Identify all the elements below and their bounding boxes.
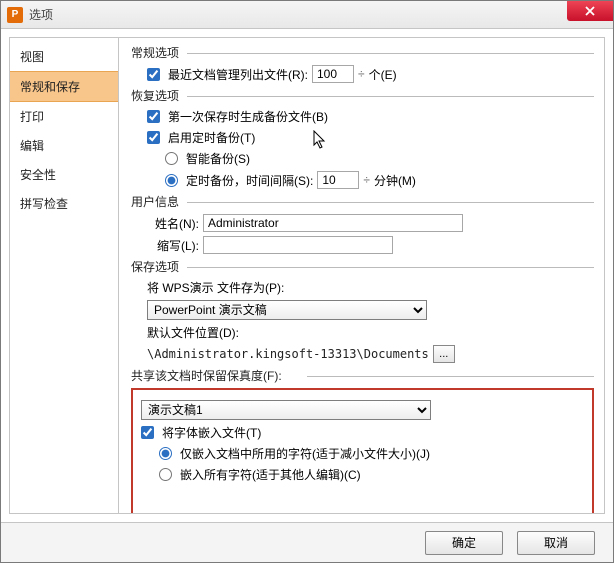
close-icon — [585, 6, 595, 16]
timed-backup-unit: 分钟(M) — [374, 172, 416, 189]
sidebar-item-general-save[interactable]: 常规和保存 — [10, 71, 118, 102]
enable-timed-backup-label: 启用定时备份(T) — [168, 129, 255, 146]
ok-button[interactable]: 确定 — [425, 531, 503, 555]
sidebar-item-spellcheck[interactable]: 拼写检查 — [10, 189, 118, 218]
user-initials-input[interactable] — [203, 236, 393, 254]
embed-used-radio[interactable] — [159, 447, 172, 460]
window-title: 选项 — [29, 6, 53, 23]
browse-button[interactable]: ... — [433, 345, 455, 363]
smart-backup-radio[interactable] — [165, 152, 178, 165]
dialog-footer: 确定 取消 — [1, 522, 613, 562]
spinner-icon[interactable]: ÷ — [363, 173, 370, 187]
group-general-label: 常规选项 — [131, 44, 594, 61]
save-as-select[interactable]: PowerPoint 演示文稿 — [147, 300, 427, 320]
cancel-button[interactable]: 取消 — [517, 531, 595, 555]
first-save-backup-checkbox[interactable] — [147, 110, 160, 123]
titlebar: P 选项 — [1, 1, 613, 29]
smart-backup-label: 智能备份(S) — [186, 150, 250, 167]
sidebar: 视图 常规和保存 打印 编辑 安全性 拼写检查 — [9, 37, 119, 514]
group-recovery-label: 恢复选项 — [131, 87, 594, 104]
timed-backup-radio[interactable] — [165, 174, 178, 187]
enable-timed-backup-checkbox[interactable] — [147, 131, 160, 144]
default-path-value: \Administrator.kingsoft-13313\Documents — [147, 347, 429, 361]
group-user-label: 用户信息 — [131, 193, 594, 210]
recent-files-checkbox[interactable] — [147, 68, 160, 81]
timed-backup-input[interactable] — [317, 171, 359, 189]
group-save-label: 保存选项 — [131, 258, 594, 275]
options-dialog: P 选项 视图 常规和保存 打印 编辑 安全性 拼写检查 常规选项 最近文档管理… — [0, 0, 614, 563]
recent-files-input[interactable] — [312, 65, 354, 83]
sidebar-item-security[interactable]: 安全性 — [10, 160, 118, 189]
user-name-label: 姓名(N): — [147, 215, 199, 232]
embed-all-radio[interactable] — [159, 468, 172, 481]
embed-fonts-label: 将字体嵌入文件(T) — [162, 424, 261, 441]
user-initials-label: 缩写(L): — [147, 237, 199, 254]
sidebar-item-view[interactable]: 视图 — [10, 42, 118, 71]
default-path-label: 默认文件位置(D): — [147, 324, 239, 341]
embed-used-label: 仅嵌入文档中所用的字符(适于减小文件大小)(J) — [180, 445, 430, 462]
main-panel: 常规选项 最近文档管理列出文件(R): ÷ 个(E) 恢复选项 第一次保存时生成… — [119, 37, 605, 514]
spinner-icon[interactable]: ÷ — [358, 67, 365, 81]
timed-backup-label: 定时备份，时间间隔(S): — [186, 172, 313, 189]
highlight-frame: 演示文稿1 将字体嵌入文件(T) 仅嵌入文档中所用的字符(适于减小文件大小)(J… — [131, 388, 594, 514]
recent-files-unit: 个(E) — [369, 66, 397, 83]
embed-all-label: 嵌入所有字符(适于其他人编辑)(C) — [180, 466, 361, 483]
sidebar-item-print[interactable]: 打印 — [10, 102, 118, 131]
sidebar-item-edit[interactable]: 编辑 — [10, 131, 118, 160]
user-name-input[interactable] — [203, 214, 463, 232]
save-as-label: 将 WPS演示 文件存为(P): — [147, 279, 284, 296]
app-icon: P — [7, 7, 23, 23]
fidelity-doc-select[interactable]: 演示文稿1 — [141, 400, 431, 420]
group-fidelity-label: 共享该文档时保留保真度(F): — [131, 367, 594, 384]
close-button[interactable] — [567, 1, 613, 21]
first-save-backup-label: 第一次保存时生成备份文件(B) — [168, 108, 328, 125]
embed-fonts-checkbox[interactable] — [141, 426, 154, 439]
recent-files-label: 最近文档管理列出文件(R): — [168, 66, 308, 83]
